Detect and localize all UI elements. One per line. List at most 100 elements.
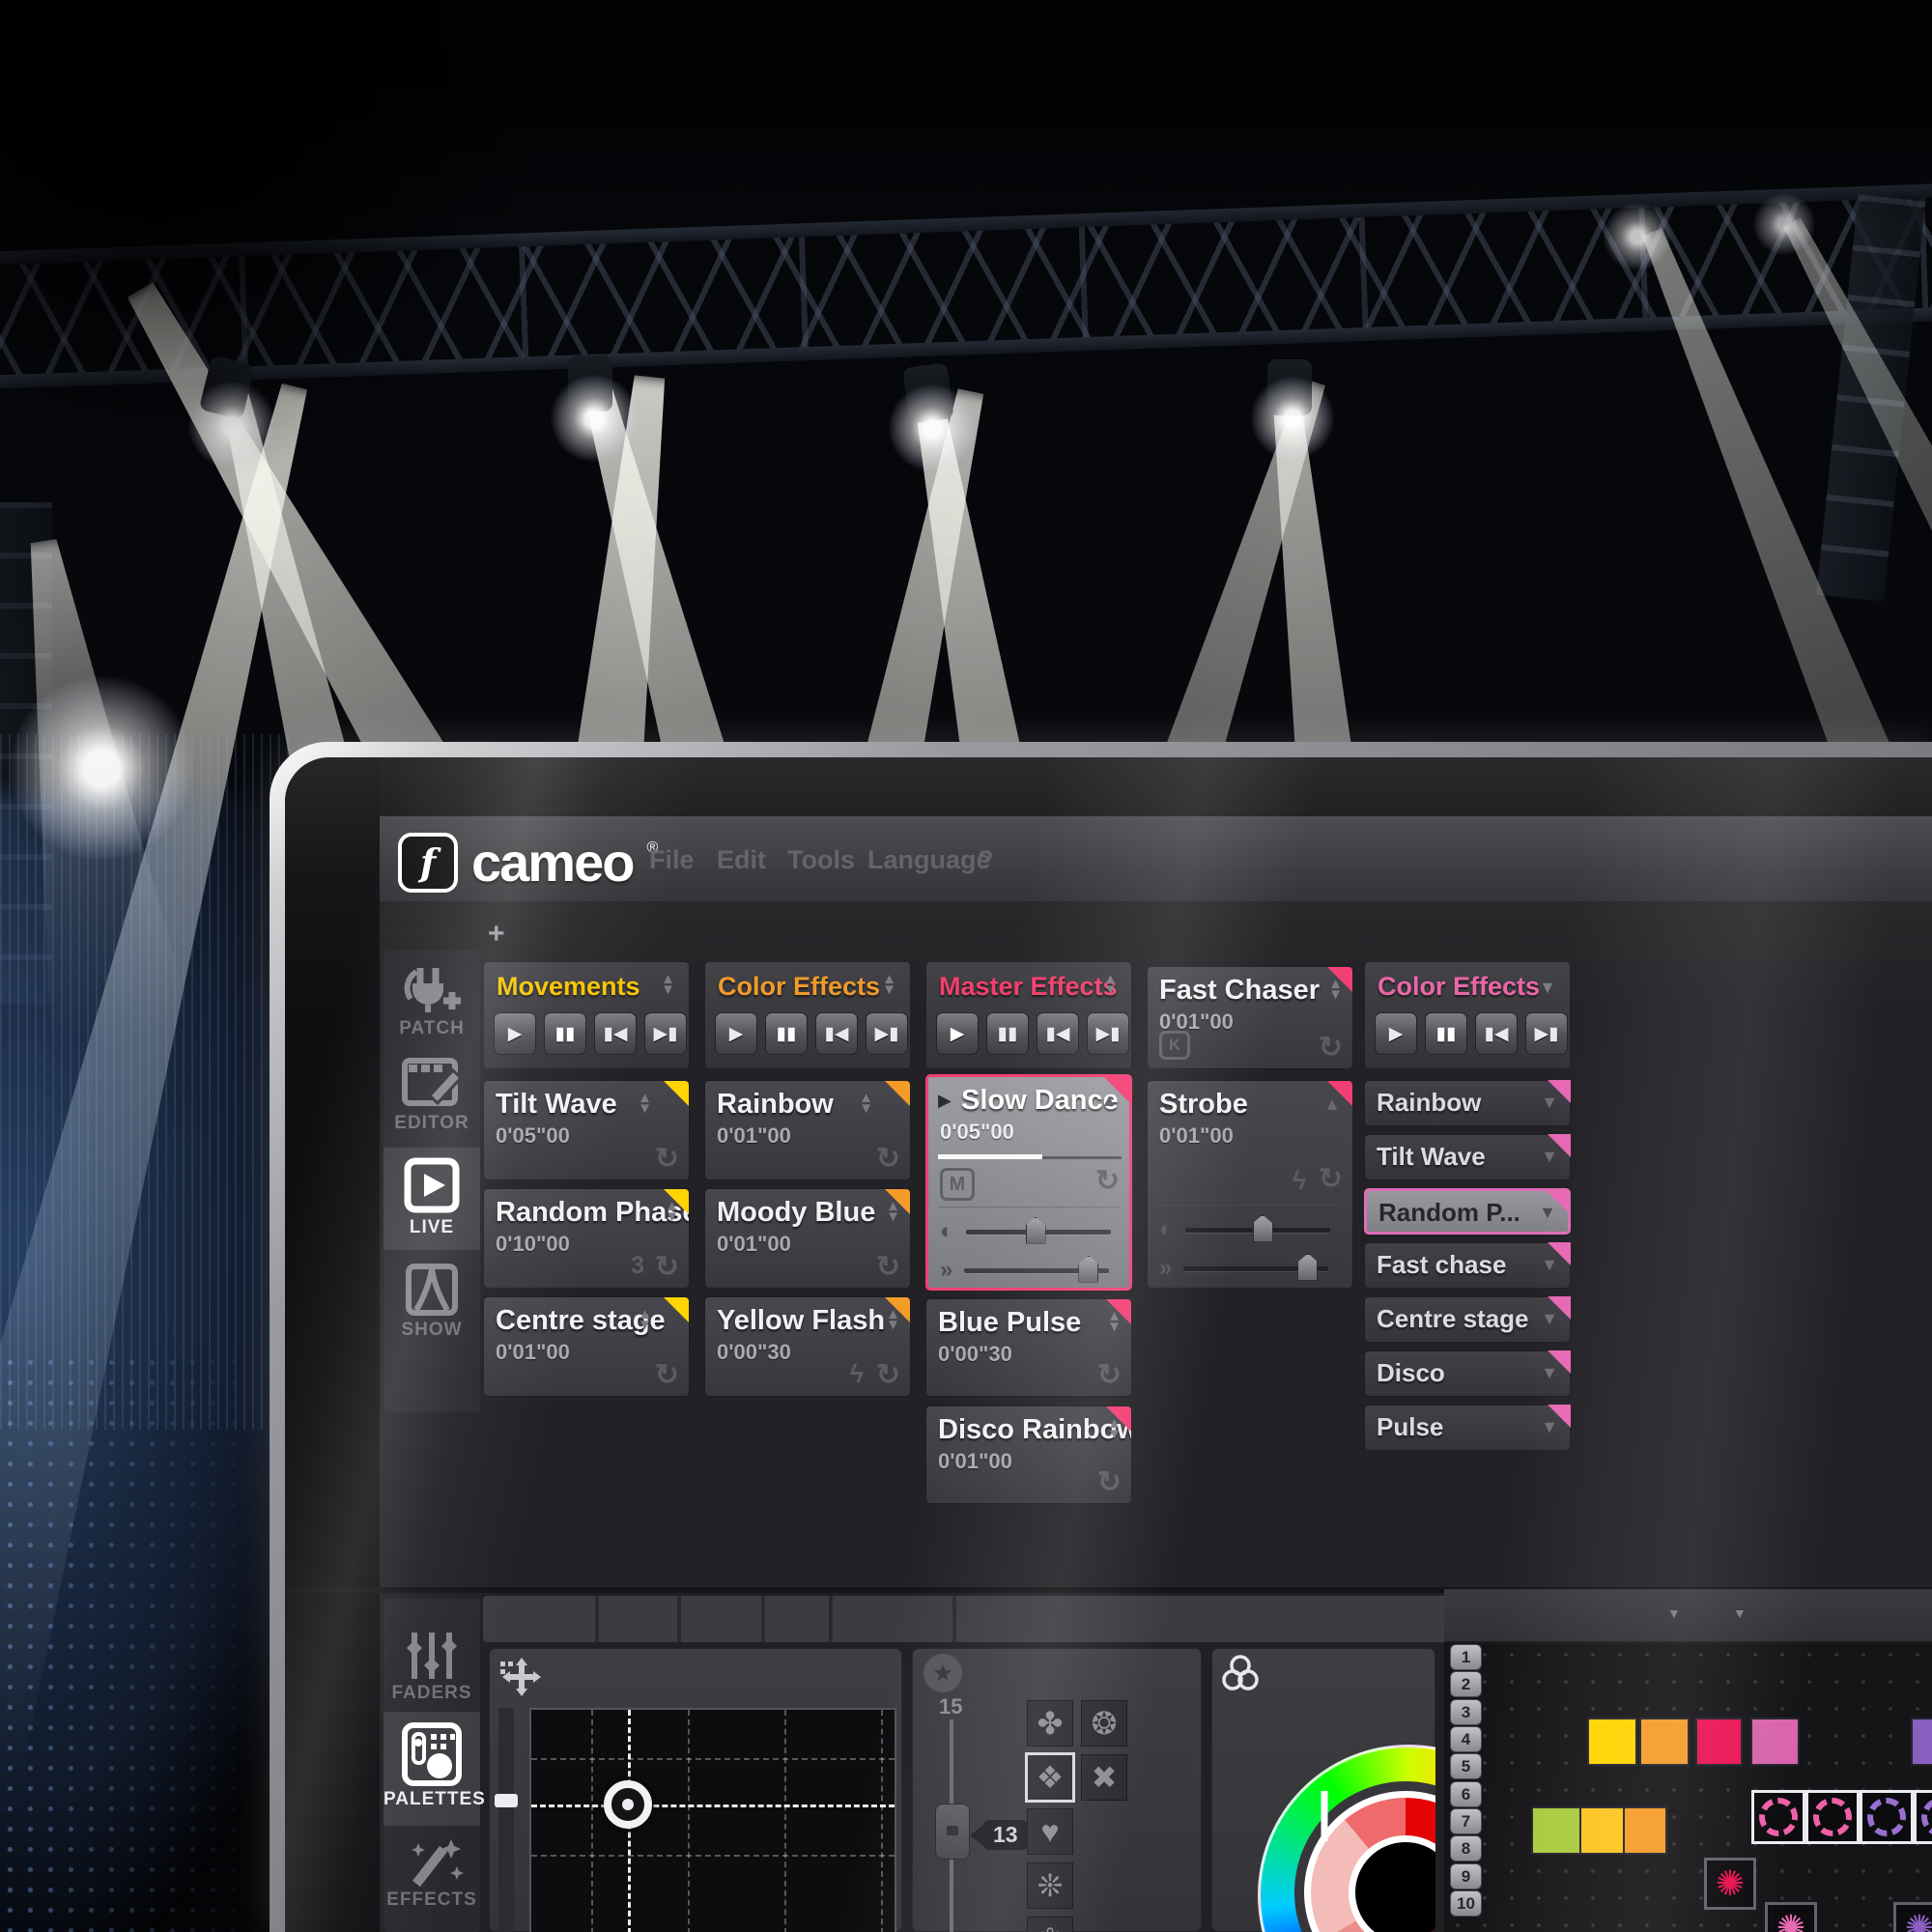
play-button[interactable]: ▶ [936, 1012, 979, 1055]
sidebar-item-editor[interactable]: EDITOR [384, 1053, 480, 1134]
loop-icon[interactable]: ↻ [876, 1358, 900, 1392]
preset-centre-stage[interactable]: Centre stage ▼ [1364, 1296, 1571, 1343]
play-button[interactable]: ▶ [715, 1012, 757, 1055]
cue-disco-rainbow[interactable]: Disco Rainbow 0'01"00 ▲ ▼ ↻ [925, 1406, 1132, 1504]
fixture-gobo-purple[interactable] [1860, 1790, 1914, 1844]
menu-edit[interactable]: Edit [717, 845, 766, 875]
gobo-swatch-swirl[interactable]: ✾ [1027, 1917, 1073, 1932]
cue-moody-blue[interactable]: Moody Blue 0'01"00 ▲ ▼ ↻ [704, 1188, 911, 1289]
speed-slider[interactable]: » [940, 1255, 1110, 1284]
next-button[interactable]: ▶▮ [1525, 1012, 1568, 1055]
sidebar-item-show[interactable]: SHOW [384, 1262, 480, 1341]
sort-icon[interactable]: ▲ ▼ [882, 972, 896, 997]
menu-language[interactable]: Language [867, 845, 991, 875]
play-button[interactable]: ▶ [1375, 1012, 1417, 1055]
preset-disco[interactable]: Disco ▼ [1364, 1350, 1571, 1397]
row-button-8[interactable]: 8 [1450, 1835, 1482, 1861]
gobo-swatch-spiral[interactable]: ❊ [1027, 1862, 1073, 1909]
menu-help[interactable]: ? [978, 845, 994, 875]
sort-icon[interactable]: ▲ ▼ [859, 1091, 873, 1116]
loop-icon[interactable]: ↻ [655, 1358, 679, 1392]
fixture-swatch-purple[interactable] [1911, 1718, 1932, 1766]
cue-centre-stage[interactable]: Centre stage 0'01"00 ▲ ▼ ↻ [483, 1296, 690, 1397]
preset-random-phase-selected[interactable]: Random P... ▼ [1364, 1188, 1571, 1235]
next-button[interactable]: ▶▮ [1087, 1012, 1129, 1055]
intensity-slider[interactable]: ◐ [940, 1216, 1111, 1245]
gobo-swatch-cross[interactable]: ✖ [1081, 1754, 1127, 1801]
preset-tilt-wave[interactable]: Tilt Wave ▼ [1364, 1134, 1571, 1180]
fixture-swatch-yellow[interactable] [1587, 1718, 1637, 1766]
menu-file[interactable]: File [649, 845, 695, 875]
row-button-5[interactable]: 5 [1450, 1753, 1482, 1779]
sort-icon[interactable]: ▲ ▼ [661, 972, 675, 997]
fixture-star-pink[interactable]: ✺ [1765, 1902, 1817, 1932]
sidebar-item-palettes[interactable]: PALETTES [384, 1721, 485, 1810]
cue-strobe-running[interactable]: Strobe 0'01"00 ▲ ϟ ↻ ◐ » [1147, 1080, 1353, 1289]
loop-icon[interactable]: ↻ [655, 1142, 679, 1176]
prev-button[interactable]: ▮◀ [594, 1012, 637, 1055]
pause-button[interactable]: ▮▮ [765, 1012, 808, 1055]
loop-icon[interactable]: ↻ [1097, 1465, 1122, 1499]
pause-button[interactable]: ▮▮ [544, 1012, 586, 1055]
fixture-swatch-orange[interactable] [1639, 1718, 1690, 1766]
chevron-down-icon[interactable]: ▼ [1733, 1605, 1747, 1621]
sort-icon[interactable]: ▲ ▼ [638, 1091, 652, 1116]
fixture-gobo-pink[interactable] [1805, 1790, 1860, 1844]
sort-icon[interactable]: ▲ ▼ [1103, 972, 1118, 997]
sidebar-item-patch[interactable]: PATCH [384, 962, 480, 1039]
gobo-swatch-dot-circle[interactable]: ❂ [1081, 1700, 1127, 1747]
row-button-7[interactable]: 7 [1450, 1808, 1482, 1834]
speed-slider[interactable]: » [1159, 1253, 1329, 1282]
sort-icon[interactable]: ▲ ▼ [638, 1307, 652, 1332]
loop-icon[interactable]: ↻ [655, 1250, 679, 1284]
preset-rainbow[interactable]: Rainbow ▼ [1364, 1080, 1571, 1126]
fixture-swatch-pink[interactable] [1750, 1718, 1800, 1766]
loop-icon[interactable]: ↻ [1319, 1162, 1343, 1196]
fixture-swatch-yellow[interactable] [1579, 1806, 1625, 1855]
fixture-star-crimson[interactable]: ✺ [1704, 1858, 1756, 1910]
cue-yellow-flash[interactable]: Yellow Flash 0'00"30 ▲ ▼ ϟ ↻ [704, 1296, 911, 1397]
pan-tilt-handle[interactable] [604, 1780, 652, 1829]
pause-button[interactable]: ▮▮ [1425, 1012, 1467, 1055]
sidebar-item-faders[interactable]: FADERS [384, 1629, 480, 1704]
next-button[interactable]: ▶▮ [866, 1012, 908, 1055]
color-wheel[interactable] [1212, 1648, 1435, 1932]
loop-icon[interactable]: ↻ [876, 1250, 900, 1284]
chevron-down-icon[interactable]: ▼ [1539, 978, 1556, 998]
prev-button[interactable]: ▮◀ [1475, 1012, 1518, 1055]
tilt-slider-track[interactable] [498, 1708, 514, 1932]
loop-icon[interactable]: ↻ [876, 1142, 900, 1176]
fixture-gobo-purple[interactable] [1914, 1790, 1932, 1844]
row-button-4[interactable]: 4 [1450, 1726, 1482, 1752]
loop-icon[interactable]: ↻ [1319, 1031, 1343, 1065]
row-button-10[interactable]: 10 [1450, 1890, 1482, 1917]
cue-blue-pulse[interactable]: Blue Pulse 0'00"30 ▲ ▼ ↻ [925, 1298, 1132, 1397]
fixture-swatch-orange[interactable] [1623, 1806, 1667, 1855]
gobo-slider-handle[interactable] [935, 1804, 970, 1860]
chevron-down-icon[interactable]: ▼ [1667, 1605, 1681, 1621]
play-button[interactable]: ▶ [494, 1012, 536, 1055]
loop-icon[interactable]: ↻ [1097, 1358, 1122, 1392]
cue-tilt-wave[interactable]: Tilt Wave 0'05"00 ▲ ▼ ↻ [483, 1080, 690, 1180]
cue-rainbow[interactable]: Rainbow 0'01"00 ▲ ▼ ↻ [704, 1080, 911, 1180]
fixture-canvas[interactable] [1444, 1641, 1932, 1932]
fixture-gobo-pink[interactable] [1751, 1790, 1805, 1844]
pan-tilt-xy-pad[interactable] [529, 1708, 896, 1932]
add-tab-button[interactable]: + [488, 918, 505, 951]
loop-icon[interactable]: ↻ [1095, 1164, 1120, 1198]
sidebar-item-live[interactable]: LIVE [384, 1157, 480, 1238]
row-button-9[interactable]: 9 [1450, 1863, 1482, 1889]
fixture-swatch-green[interactable] [1531, 1806, 1581, 1855]
cue-random-phase[interactable]: Random Phase 0'10"00 ▲ ▼ 3 ↻ [483, 1188, 690, 1289]
fixture-star-purple[interactable]: ✺ [1893, 1902, 1932, 1932]
row-button-2[interactable]: 2 [1450, 1671, 1482, 1697]
tilt-slider-handle[interactable] [495, 1794, 518, 1807]
row-button-1[interactable]: 1 [1450, 1644, 1482, 1670]
pause-button[interactable]: ▮▮ [986, 1012, 1029, 1055]
cue-fast-chaser[interactable]: Fast Chaser 0'01"00 ▲ ▼ K ↻ [1147, 966, 1353, 1069]
gobo-swatch-heart[interactable]: ♥ [1027, 1808, 1073, 1855]
gobo-swatch-diamond-selected[interactable]: ❖ [1025, 1752, 1075, 1803]
row-button-6[interactable]: 6 [1450, 1781, 1482, 1807]
prev-button[interactable]: ▮◀ [1037, 1012, 1079, 1055]
gobo-swatch-clover[interactable]: ✤ [1027, 1700, 1073, 1747]
